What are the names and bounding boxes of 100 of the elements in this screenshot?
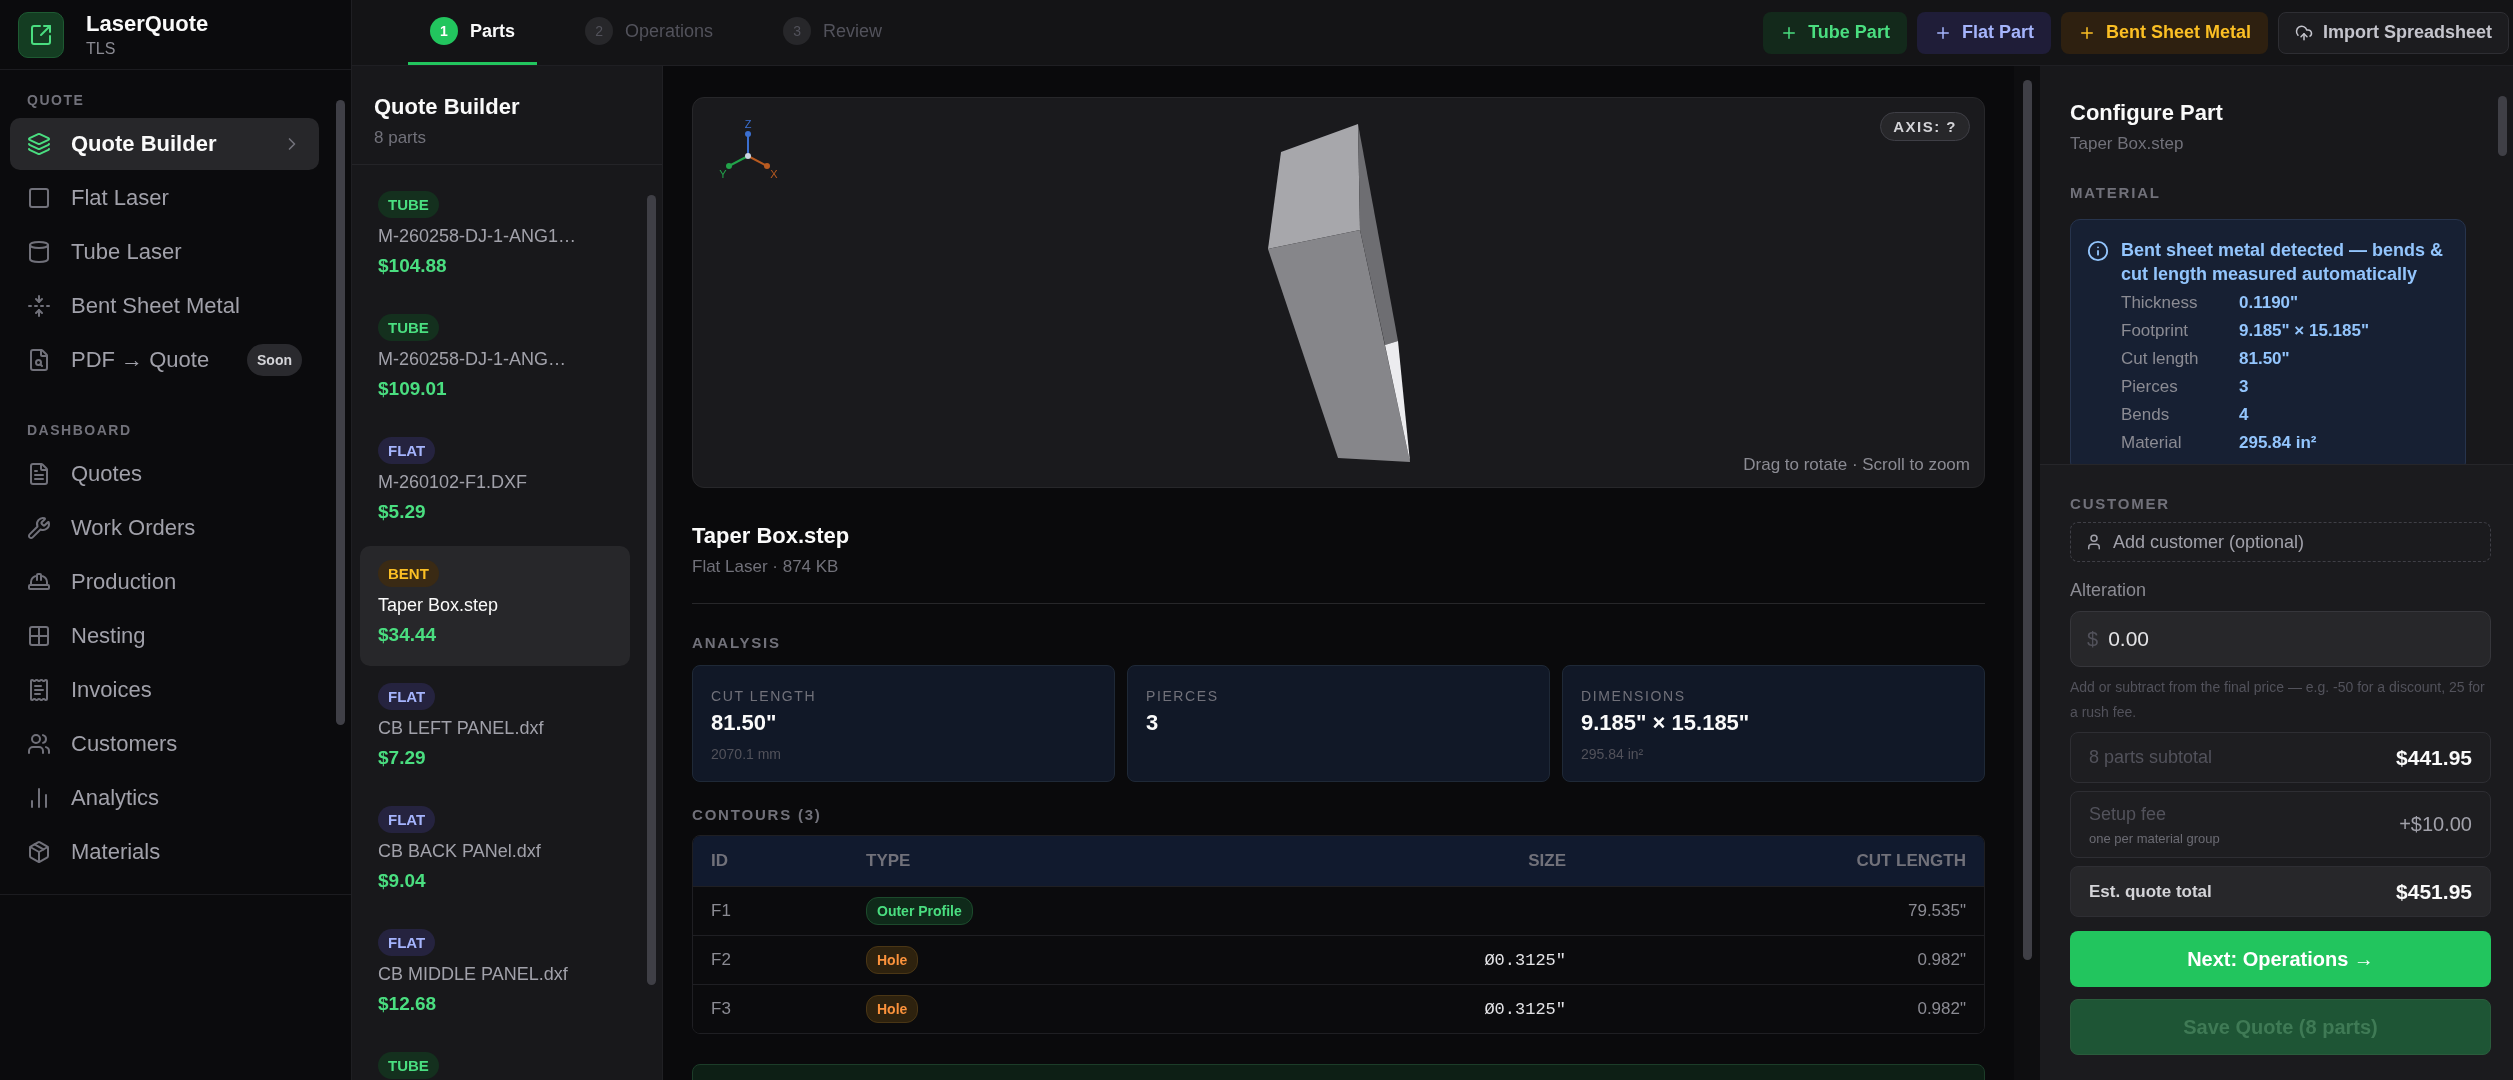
table-cell-text: 0.982" (1916, 999, 1966, 1019)
nav-item[interactable]: Flat Laser (10, 172, 319, 224)
nav-item[interactable]: Analytics (10, 772, 319, 824)
table-cell-text: F3 (711, 999, 732, 1019)
part-price: $109.01 (378, 378, 447, 400)
part-title: Taper Box.step (692, 523, 851, 549)
field-label: Alteration (2070, 580, 2148, 601)
section-title: QUOTE (26, 92, 86, 108)
stat-value: 9.185" × 15.185" (1581, 710, 1751, 736)
column-header: CUT LENGTH (1855, 851, 1966, 871)
fold-icon (27, 294, 51, 318)
app-name: LaserQuote (86, 11, 209, 37)
package-icon (27, 840, 51, 864)
currency-symbol: $ (2087, 627, 2099, 651)
scrollbar[interactable] (2497, 96, 2507, 156)
nav-label: Nesting (71, 623, 147, 649)
document-icon (27, 462, 51, 486)
nav-label: Materials (71, 839, 162, 865)
grid-icon (27, 624, 51, 648)
summary-label: 8 parts subtotal (2089, 747, 2213, 767)
summary-value: $451.95 (2396, 879, 2472, 904)
part-count: 8 parts (374, 128, 427, 148)
axis-badge[interactable]: AXIS: ? (1880, 112, 1970, 141)
part-item[interactable]: TUBE M-260258-DJ-1-ANG1… $104.88 (360, 177, 630, 297)
spec-value: 81.50" (2239, 348, 2291, 369)
table-cell-text: 0.982" (1916, 950, 1966, 970)
nav-item[interactable]: Production (10, 556, 319, 608)
spec-value: 295.84 in² (2239, 432, 2318, 453)
column-header: ID (711, 851, 729, 871)
alteration-field[interactable]: $ 0.00 (2070, 611, 2491, 667)
nav-item[interactable]: Nesting (10, 610, 319, 662)
column-header: TYPE (866, 851, 912, 871)
nav-item[interactable]: Quotes (10, 448, 319, 500)
users-icon (27, 732, 51, 756)
nav-item[interactable]: Customers (10, 718, 319, 770)
nav-item[interactable]: Work Orders (10, 502, 319, 554)
part-name: M-260258-DJ-1-ANG… (378, 349, 567, 370)
file-search-icon (27, 348, 51, 372)
part-name: M-260258-DJ-1-ANG1… (378, 226, 577, 247)
add-customer-button[interactable]: Add customer (optional) (2070, 522, 2491, 562)
add-part-button[interactable]: Tube Part (1763, 11, 1907, 54)
part-name: CB LEFT PANEL.dxf (378, 718, 544, 739)
nav-item[interactable]: Materials (10, 826, 319, 878)
axis-label: Y (719, 168, 727, 180)
scrollbar[interactable] (2022, 80, 2032, 960)
nav-label: Production (71, 569, 178, 595)
part-name: M-260102-F1.DXF (378, 472, 528, 493)
add-part-button[interactable]: Import Spreadsheet (2277, 11, 2509, 54)
contour-type-tag: Hole (866, 946, 919, 974)
nav-item[interactable]: Bent Sheet Metal (10, 280, 319, 332)
scrollbar[interactable] (646, 195, 656, 985)
panel-title: Quote Builder (374, 94, 521, 120)
part-price: $12.68 (378, 993, 437, 1015)
nav-item[interactable]: Invoices (10, 664, 319, 716)
part-item[interactable]: BENT Taper Box.step $34.44 (360, 546, 630, 666)
app-logo-icon (18, 11, 64, 58)
help-text: Add or subtract from the final price — e.g. -50 for a discount, 25 for a rush fee. (2070, 678, 2486, 722)
alteration-input[interactable]: 0.00 (2106, 626, 2474, 652)
nav-item[interactable]: Tube Laser (10, 226, 319, 278)
stat-value: 3 (1146, 710, 1160, 736)
summary-note: one per material group (2089, 830, 2220, 846)
wrench-icon (27, 516, 51, 540)
part-item[interactable]: FLAT CB LEFT PANEL.dxf $7.29 (360, 669, 630, 789)
nav-item[interactable]: PDF → Quote Soon (10, 334, 319, 386)
nav-label: Invoices (71, 677, 153, 703)
axis-label: X (770, 168, 778, 180)
part-name: Taper Box.step (378, 595, 499, 616)
part-item[interactable]: FLAT CB BACK PANel.dxf $9.04 (360, 792, 630, 912)
nav-label: Bent Sheet Metal (71, 293, 241, 319)
section-title: DASHBOARD (26, 422, 133, 438)
contour-type-tag: Hole (866, 995, 919, 1023)
part-item[interactable]: TUBE M-260258-DJ-1-ANG… $109.01 (360, 300, 630, 420)
model-viewer[interactable]: Z Y X AXIS: ? Drag to rotate · Scroll to zoom (692, 97, 1985, 488)
part-item[interactable]: FLAT M-260102-F1.DXF $5.29 (360, 423, 630, 543)
part-item[interactable]: FLAT CB MIDDLE PANEL.dxf $12.68 (360, 915, 630, 1035)
nav-label: Quote Builder (71, 131, 218, 157)
viewer-hint: Drag to rotate · Scroll to zoom (1743, 455, 1970, 475)
add-part-button[interactable]: Bent Sheet Metal (2060, 11, 2268, 54)
summary-value: $441.95 (2396, 745, 2472, 770)
nav-label: PDF → Quote (71, 347, 211, 373)
nav-item[interactable]: Quote Builder (10, 118, 319, 170)
scrollbar[interactable] (335, 100, 345, 725)
cloud-upload-icon (2294, 23, 2313, 42)
type-tag: FLAT (378, 437, 436, 464)
add-part-button[interactable]: Flat Part (1916, 11, 2051, 54)
spec-label: Cut length (2121, 348, 2200, 369)
table-cell-text: 79.535" (1906, 901, 1966, 921)
table-cell-text: F2 (711, 950, 732, 970)
notice-title: Bent sheet metal detected — bends & cut length measured automatically (2121, 239, 2445, 287)
section-title: MATERIAL (2070, 184, 2162, 201)
cylinder-icon (27, 240, 51, 264)
part-price: $7.29 (378, 747, 426, 769)
part-item[interactable]: TUBE (360, 1038, 630, 1080)
table-cell-text: F1 (711, 901, 732, 921)
part-name: CB MIDDLE PANEL.dxf (378, 964, 568, 985)
type-tag: TUBE (378, 314, 439, 341)
section-title: CUSTOMER (2070, 495, 2171, 512)
info-icon (2087, 240, 2109, 262)
section-title: CONTOURS (3) (692, 806, 823, 823)
column-header: SIZE (1527, 851, 1566, 871)
